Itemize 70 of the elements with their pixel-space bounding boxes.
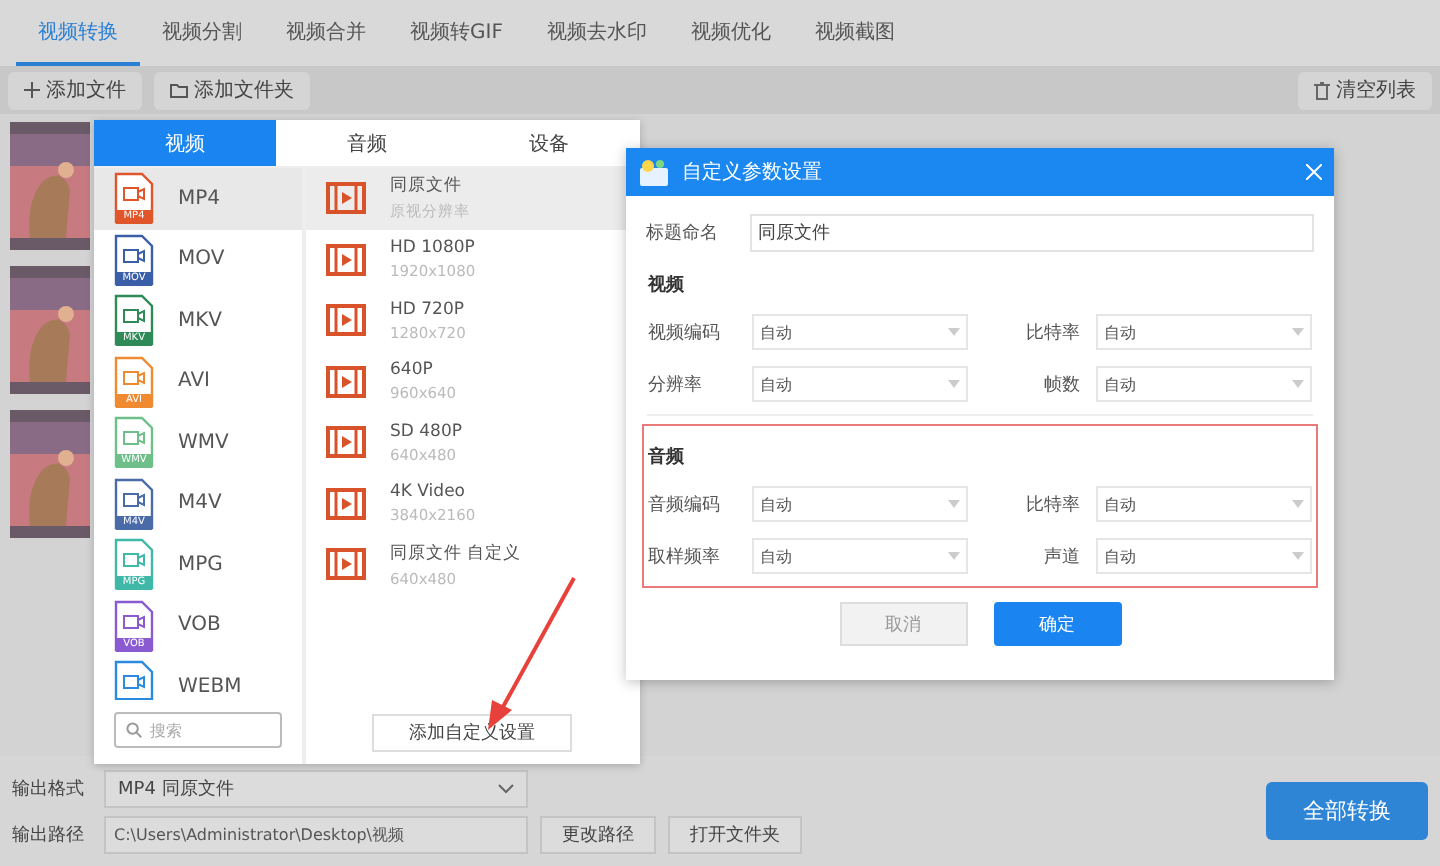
dialog-title: 自定义参数设置 — [682, 159, 824, 186]
field-label: 声道 — [1042, 545, 1080, 569]
field-label: 帧数 — [1042, 373, 1080, 397]
setting-select[interactable]: 自动 — [1096, 366, 1312, 402]
app-tab[interactable]: 视频截图 — [792, 0, 917, 66]
film-icon — [326, 548, 366, 581]
dropdown-caret-icon — [948, 552, 960, 560]
app-tab[interactable]: 视频优化 — [668, 0, 793, 66]
section-title: 视频 — [648, 272, 686, 298]
preset-title: 4K Video — [390, 482, 467, 503]
output-format-label: 输出格式 — [12, 777, 86, 801]
field-label: 分辨率 — [648, 373, 704, 397]
add-file-button[interactable]: 添加文件 — [8, 71, 142, 109]
section-title: 音频 — [648, 444, 686, 470]
app-tab[interactable]: 视频分割 — [140, 0, 264, 66]
preset-title: 同原文件 自定义 — [390, 541, 522, 566]
plus-icon — [24, 82, 40, 98]
film-icon — [326, 487, 366, 520]
format-tab[interactable]: 设备 — [458, 120, 640, 168]
film-icon — [326, 304, 366, 337]
field-label: 比特率 — [1024, 493, 1080, 517]
app-tab[interactable]: 视频转GIF — [388, 0, 525, 66]
field-label: 视频编码 — [648, 321, 722, 345]
open-folder-button[interactable]: 打开文件夹 — [668, 815, 802, 853]
dropdown-caret-icon — [1292, 500, 1304, 508]
dropdown-caret-icon — [1292, 328, 1304, 336]
setting-select[interactable]: 自动 — [1096, 314, 1312, 350]
preset-title: HD 1080P — [390, 238, 476, 259]
field-label: 取样频率 — [648, 545, 722, 569]
field-label: 标题命名 — [646, 221, 720, 246]
setting-select[interactable]: 自动 — [752, 486, 968, 522]
field-label: 比特率 — [1024, 321, 1080, 345]
film-icon — [326, 243, 366, 276]
preset-title: HD 720P — [390, 299, 466, 320]
dropdown-caret-icon — [1292, 552, 1304, 560]
dropdown-caret-icon — [948, 500, 960, 508]
close-icon[interactable] — [1306, 164, 1322, 180]
setting-select[interactable]: 自动 — [1096, 538, 1312, 574]
clear-list-button[interactable]: 清空列表 — [1298, 71, 1432, 109]
convert-all-button[interactable]: 全部转换 — [1266, 782, 1428, 840]
chevron-down-icon — [498, 783, 514, 793]
add-folder-button[interactable]: 添加文件夹 — [154, 71, 310, 109]
ok-button[interactable]: 确定 — [993, 602, 1121, 646]
format-tab[interactable]: 音频 — [276, 120, 458, 168]
film-icon — [326, 182, 366, 215]
dropdown-caret-icon — [948, 380, 960, 388]
folder-icon — [170, 82, 188, 98]
setting-select[interactable]: 自动 — [752, 366, 968, 402]
app-logo-icon — [638, 158, 670, 186]
change-path-button[interactable]: 更改路径 — [540, 815, 656, 853]
setting-select[interactable]: 自动 — [1096, 486, 1312, 522]
output-path-label: 输出路径 — [12, 823, 86, 847]
dropdown-caret-icon — [1292, 380, 1304, 388]
setting-select[interactable]: 自动 — [752, 314, 968, 350]
film-icon — [326, 365, 366, 398]
dropdown-caret-icon — [948, 328, 960, 336]
app-tab[interactable]: 视频合并 — [264, 0, 388, 66]
title-input[interactable]: 同原文件 — [750, 214, 1314, 252]
format-tab[interactable]: 视频 — [94, 120, 276, 168]
output-path-field[interactable]: C:\Users\Administrator\Desktop\视频 — [104, 815, 528, 853]
preset-title: SD 480P — [390, 421, 462, 442]
preset-title: 640P — [390, 360, 435, 381]
app-tab[interactable]: 视频去水印 — [524, 0, 669, 66]
search-icon — [126, 722, 142, 738]
setting-select[interactable]: 自动 — [752, 538, 968, 574]
film-icon — [326, 426, 366, 459]
preset-title: 同原文件 — [390, 174, 464, 199]
field-label: 音频编码 — [648, 493, 722, 517]
output-format-select[interactable]: MP4 同原文件 — [104, 769, 528, 807]
trash-icon — [1314, 81, 1330, 99]
